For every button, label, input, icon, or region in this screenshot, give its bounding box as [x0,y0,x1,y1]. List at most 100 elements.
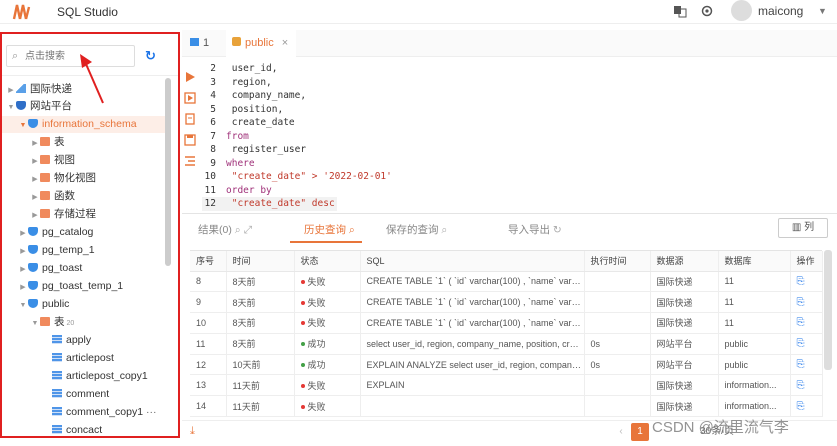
download-icon[interactable]: ⎘ [797,359,805,370]
action-cell: ⎘ [790,271,823,293]
table-cell: select user_id, region, company_name, po… [360,333,585,355]
prev-page-icon[interactable]: ‹ [612,423,630,441]
code-line: 3 region, [210,76,272,88]
status-cell: 失败 [294,271,361,293]
close-icon[interactable]: × [282,37,288,49]
folder-icon [40,191,50,200]
download-icon[interactable]: ⎘ [797,380,805,391]
download-icon[interactable]: ⎘ [797,276,805,287]
col-header[interactable]: 时间 [226,251,295,272]
search-icon: ⌕ [348,224,355,236]
table-row[interactable]: 12 10天前 成功 EXPLAIN ANALYZE select user_id, … [190,354,823,376]
table-cell: 网站平台 [650,354,719,376]
refresh-icon: ↻ [552,224,562,236]
status-dot [300,342,305,347]
download-icon[interactable]: ⎘ [797,317,805,328]
sidebar-scrollbar[interactable] [165,78,171,266]
tab-saved[interactable]: 保存的查询 ⌕ [386,222,447,237]
download-icon[interactable]: ⎘ [797,338,805,349]
tab-results[interactable]: 结果(0) ⌕ ⤢ [198,222,252,237]
col-header[interactable]: 状态 [294,251,361,272]
tree-item-public-tables[interactable]: ▼ 表 20 [30,314,75,331]
tree-item-pg-temp[interactable]: ▶ pg_temp_1 [18,242,94,259]
table-cell: 0s [584,354,651,376]
tree-item-views[interactable]: ▶ 视图 [30,152,75,169]
page-button[interactable]: 1 [631,423,649,441]
columns-button[interactable]: ▥ 列 [778,218,828,238]
folder-icon [40,155,50,164]
col-header[interactable]: 数据库 [718,251,791,272]
tree-item-table[interactable]: articlepost [52,350,114,367]
table-cell: 10天前 [226,354,295,376]
database-icon [28,299,38,308]
tree-item-table[interactable]: comment_copy1 ··· [52,404,162,421]
table-row[interactable]: 10 8天前 失败 CREATE TABLE `1` ( `id` varchar(1… [190,312,823,334]
tab-import-export[interactable]: 导入导出 ↻ [508,222,562,237]
table-icon [52,335,62,344]
chart-icon [16,84,26,93]
table-row[interactable]: 9 8天前 失败 CREATE TABLE `1` ( `id` varchar(10… [190,291,823,314]
table-cell: 8天前 [226,312,295,334]
tree-item-functions[interactable]: ▶ 函数 [30,188,75,205]
save-icon[interactable] [184,134,196,146]
more-icon[interactable]: ··· [146,404,157,421]
tree-item-information-schema[interactable]: ▼ information_schema [2,116,165,133]
status-text: 失败 [307,276,326,287]
format-icon[interactable] [184,155,196,167]
run-selected-icon[interactable] [184,92,196,104]
table-row[interactable]: 8 8天前 失败 CREATE TABLE `1` ( `id` varchar(10… [190,271,823,293]
col-header[interactable]: SQL [360,251,585,272]
table-scrollbar[interactable] [824,250,832,370]
refresh-icon[interactable]: ↻ [145,48,156,64]
user-name[interactable]: maicong [758,4,803,18]
table-cell: public [718,333,791,355]
tree-item-procedures[interactable]: ▶ 存储过程 [30,206,96,223]
result-tabs: 结果(0) ⌕ ⤢ 历史查询 ⌕ 保存的查询 ⌕ 导入导出 ↻ [182,214,837,244]
settings-icon[interactable] [700,4,714,18]
translate-icon[interactable] [673,4,687,18]
code-line: 6 create_date [210,117,295,128]
code-line: 11 order by [204,184,272,196]
tree-item-pg-catalog[interactable]: ▶ pg_catalog [18,224,93,241]
tree-item-tables[interactable]: ▶ 表 [30,134,64,151]
tab-public[interactable]: public × [226,30,296,57]
database-icon [28,263,38,272]
chevron-down-icon[interactable]: ▼ [818,6,827,16]
tree-item-table[interactable]: articlepost_copy1 [52,368,148,385]
download-icon[interactable]: ⎘ [797,401,805,412]
search-box[interactable]: ⌕ [6,45,135,67]
download-icon[interactable]: ⤓ [190,425,195,438]
col-header[interactable]: 序号 [190,251,227,272]
tab-query-1[interactable]: 1 [182,30,222,57]
tree-item-pg-toast[interactable]: ▶ pg_toast [18,260,82,277]
avatar[interactable] [731,0,752,21]
run-icon[interactable] [184,71,196,83]
table-row[interactable]: 14 11天前 失败 国际快递 information... ⎘ [190,395,823,418]
col-header[interactable]: 操作 [790,251,823,272]
tree-item-website[interactable]: ▼ 网站平台 [6,98,72,115]
tree-item-intl-express[interactable]: ▶ 国际快递 [6,81,72,98]
tree-item-table[interactable]: comment [52,386,109,403]
table-cell: EXPLAIN ANALYZE select user_id, region, … [360,354,585,376]
col-header[interactable]: 执行时间 [584,251,651,272]
table-cell: EXPLAIN [360,374,585,397]
database-icon [28,227,38,236]
col-header[interactable]: 数据源 [650,251,719,272]
tree-item-table[interactable]: concact [52,422,102,436]
download-icon[interactable]: ⎘ [797,297,805,308]
table-row[interactable]: 11 8天前 成功 select user_id, region, company_n… [190,333,823,355]
table-cell: 11 [718,312,791,334]
tree-item-mviews[interactable]: ▶ 物化视图 [30,170,96,187]
table-icon [52,407,62,416]
tree-item-public[interactable]: ▼ public [18,296,70,313]
status-dot [300,404,305,409]
tree-item-pg-toast-temp[interactable]: ▶ pg_toast_temp_1 [18,278,123,295]
tab-history[interactable]: 历史查询 ⌕ [304,222,355,237]
status-text: 失败 [307,297,326,308]
sql-editor[interactable]: 2 user_id, 3 region, 4 company_name, 5 p… [202,62,837,214]
explain-icon[interactable] [184,113,196,125]
search-input[interactable] [25,48,131,64]
action-cell: ⎘ [790,374,823,397]
table-row[interactable]: 13 11天前 失败 EXPLAIN 国际快递 information... ⎘ [190,374,823,397]
tree-item-table[interactable]: apply [52,332,91,349]
